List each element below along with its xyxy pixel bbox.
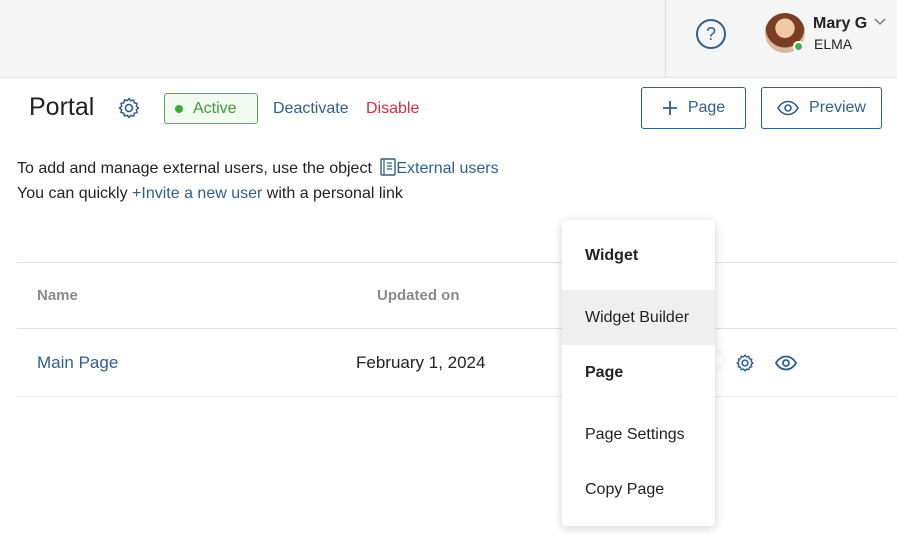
menu-header-widget: Widget [585,247,639,264]
status-label: Active [193,99,237,117]
top-bar-divider [665,0,666,78]
table-divider [17,262,897,263]
menu-header-page: Page [585,364,624,381]
info-line2-text: You can quickly [17,185,133,202]
user-org: ELMA [814,36,853,52]
external-users-info: To add and manage external users, use th… [17,158,499,178]
column-header-updated[interactable]: Updated on [377,287,460,304]
add-page-label: Page [687,99,726,116]
gear-icon[interactable] [735,353,755,373]
menu-item-widget-builder[interactable]: Widget Builder [562,290,715,345]
invite-user-link[interactable]: +Invite a new user [132,185,262,202]
book-icon [380,158,397,176]
question-circle-icon[interactable]: ? [696,19,726,49]
info-line1-text: To add and manage external users, use th… [17,160,377,177]
menu-item-copy-page[interactable]: Copy Page [562,478,715,502]
status-badge: Active [164,93,258,124]
column-header-name[interactable]: Name [37,287,78,304]
status-dot [175,104,183,113]
invite-info: You can quickly +Invite a new user with … [17,185,403,203]
preview-button[interactable]: Preview [761,87,882,129]
info-line2-suffix: with a personal link [262,185,403,202]
plus-icon [662,101,677,115]
eye-icon[interactable] [775,354,797,372]
chevron-down-icon[interactable] [873,17,887,27]
menu-item-page-settings[interactable]: Page Settings [562,423,715,447]
user-name[interactable]: Mary G [813,15,867,33]
disable-link[interactable]: Disable [366,100,419,118]
add-page-button[interactable]: Page [641,87,746,129]
preview-label: Preview [809,99,866,116]
online-status-dot [793,41,804,52]
page-title: Portal [29,93,95,121]
gear-icon[interactable] [117,96,141,120]
external-users-link[interactable]: External users [396,160,498,177]
table-header-divider [17,328,897,329]
top-bar [0,0,897,78]
page-actions-menu: Widget Widget Builder Page Page Settings… [562,220,715,526]
deactivate-link[interactable]: Deactivate [273,100,349,118]
table-row-divider [17,396,897,397]
page-name-link[interactable]: Main Page [37,353,118,373]
page-updated-date: February 1, 2024 [356,353,486,372]
eye-icon [777,100,799,116]
